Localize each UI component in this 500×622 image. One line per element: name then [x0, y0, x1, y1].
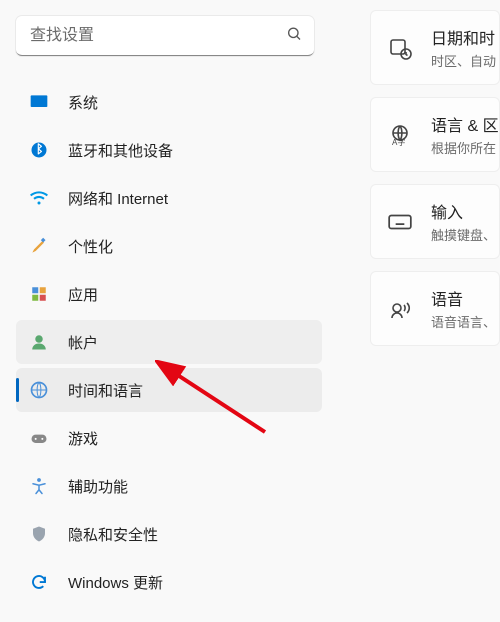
sidebar-item-label: 系统: [68, 92, 98, 113]
card-text: 日期和时 时区、自动: [431, 25, 496, 70]
sidebar-item-label: 时间和语言: [68, 380, 143, 401]
card-title: 输入: [431, 199, 496, 223]
language-icon: A字: [387, 122, 413, 148]
sidebar-item-label: 帐户: [68, 332, 98, 353]
gaming-icon: [28, 427, 50, 449]
sidebar-item-label: 个性化: [68, 236, 113, 257]
sidebar-item-apps[interactable]: 应用: [16, 272, 322, 316]
card-date-time[interactable]: 日期和时 时区、自动: [370, 10, 500, 85]
nav-list: 系统 蓝牙和其他设备 网络和 Internet 个性化 应用: [16, 80, 322, 604]
sidebar-item-label: 隐私和安全性: [68, 524, 158, 545]
sidebar-item-label: 蓝牙和其他设备: [68, 140, 173, 161]
brush-icon: [28, 235, 50, 257]
keyboard-icon: [387, 209, 413, 235]
bluetooth-icon: [28, 139, 50, 161]
search-input[interactable]: [16, 16, 314, 56]
card-subtitle: 语音语言、: [431, 312, 496, 331]
card-title: 语言 & 区: [431, 112, 499, 136]
sidebar-item-accessibility[interactable]: 辅助功能: [16, 464, 322, 508]
sidebar-item-label: Windows 更新: [68, 572, 163, 593]
sidebar-item-label: 网络和 Internet: [68, 188, 168, 209]
time-language-icon: [28, 379, 50, 401]
sidebar-item-accounts[interactable]: 帐户: [16, 320, 322, 364]
card-text: 输入 触摸键盘、: [431, 199, 496, 244]
svg-text:A字: A字: [392, 137, 405, 147]
speech-icon: [387, 296, 413, 322]
user-icon: [28, 331, 50, 353]
shield-icon: [28, 523, 50, 545]
calendar-clock-icon: [387, 35, 413, 61]
sidebar-item-system[interactable]: 系统: [16, 80, 322, 124]
sidebar-item-personalization[interactable]: 个性化: [16, 224, 322, 268]
wifi-icon: [28, 187, 50, 209]
sidebar-item-bluetooth[interactable]: 蓝牙和其他设备: [16, 128, 322, 172]
card-text: 语音 语音语言、: [431, 286, 496, 331]
card-language-region[interactable]: A字 语言 & 区 根据你所在: [370, 97, 500, 172]
sidebar-item-gaming[interactable]: 游戏: [16, 416, 322, 460]
sidebar-item-time-language[interactable]: 时间和语言: [16, 368, 322, 412]
card-title: 语音: [431, 286, 496, 310]
card-speech[interactable]: 语音 语音语言、: [370, 271, 500, 346]
sidebar: 系统 蓝牙和其他设备 网络和 Internet 个性化 应用: [0, 0, 330, 622]
sidebar-item-network[interactable]: 网络和 Internet: [16, 176, 322, 220]
sidebar-item-label: 游戏: [68, 428, 98, 449]
apps-icon: [28, 283, 50, 305]
sidebar-item-label: 应用: [68, 284, 98, 305]
card-subtitle: 触摸键盘、: [431, 225, 496, 244]
system-icon: [28, 91, 50, 113]
card-subtitle: 根据你所在: [431, 138, 499, 157]
search-icon: [286, 26, 302, 47]
card-title: 日期和时: [431, 25, 496, 49]
sidebar-item-privacy[interactable]: 隐私和安全性: [16, 512, 322, 556]
update-icon: [28, 571, 50, 593]
card-text: 语言 & 区 根据你所在: [431, 112, 499, 157]
sidebar-item-windows-update[interactable]: Windows 更新: [16, 560, 322, 604]
card-typing[interactable]: 输入 触摸键盘、: [370, 184, 500, 259]
sidebar-item-label: 辅助功能: [68, 476, 128, 497]
accessibility-icon: [28, 475, 50, 497]
content-panel: 日期和时 时区、自动 A字 语言 & 区 根据你所在 输入 触摸键盘、 语音 语…: [330, 0, 500, 622]
search-box: [16, 16, 314, 56]
card-subtitle: 时区、自动: [431, 51, 496, 70]
